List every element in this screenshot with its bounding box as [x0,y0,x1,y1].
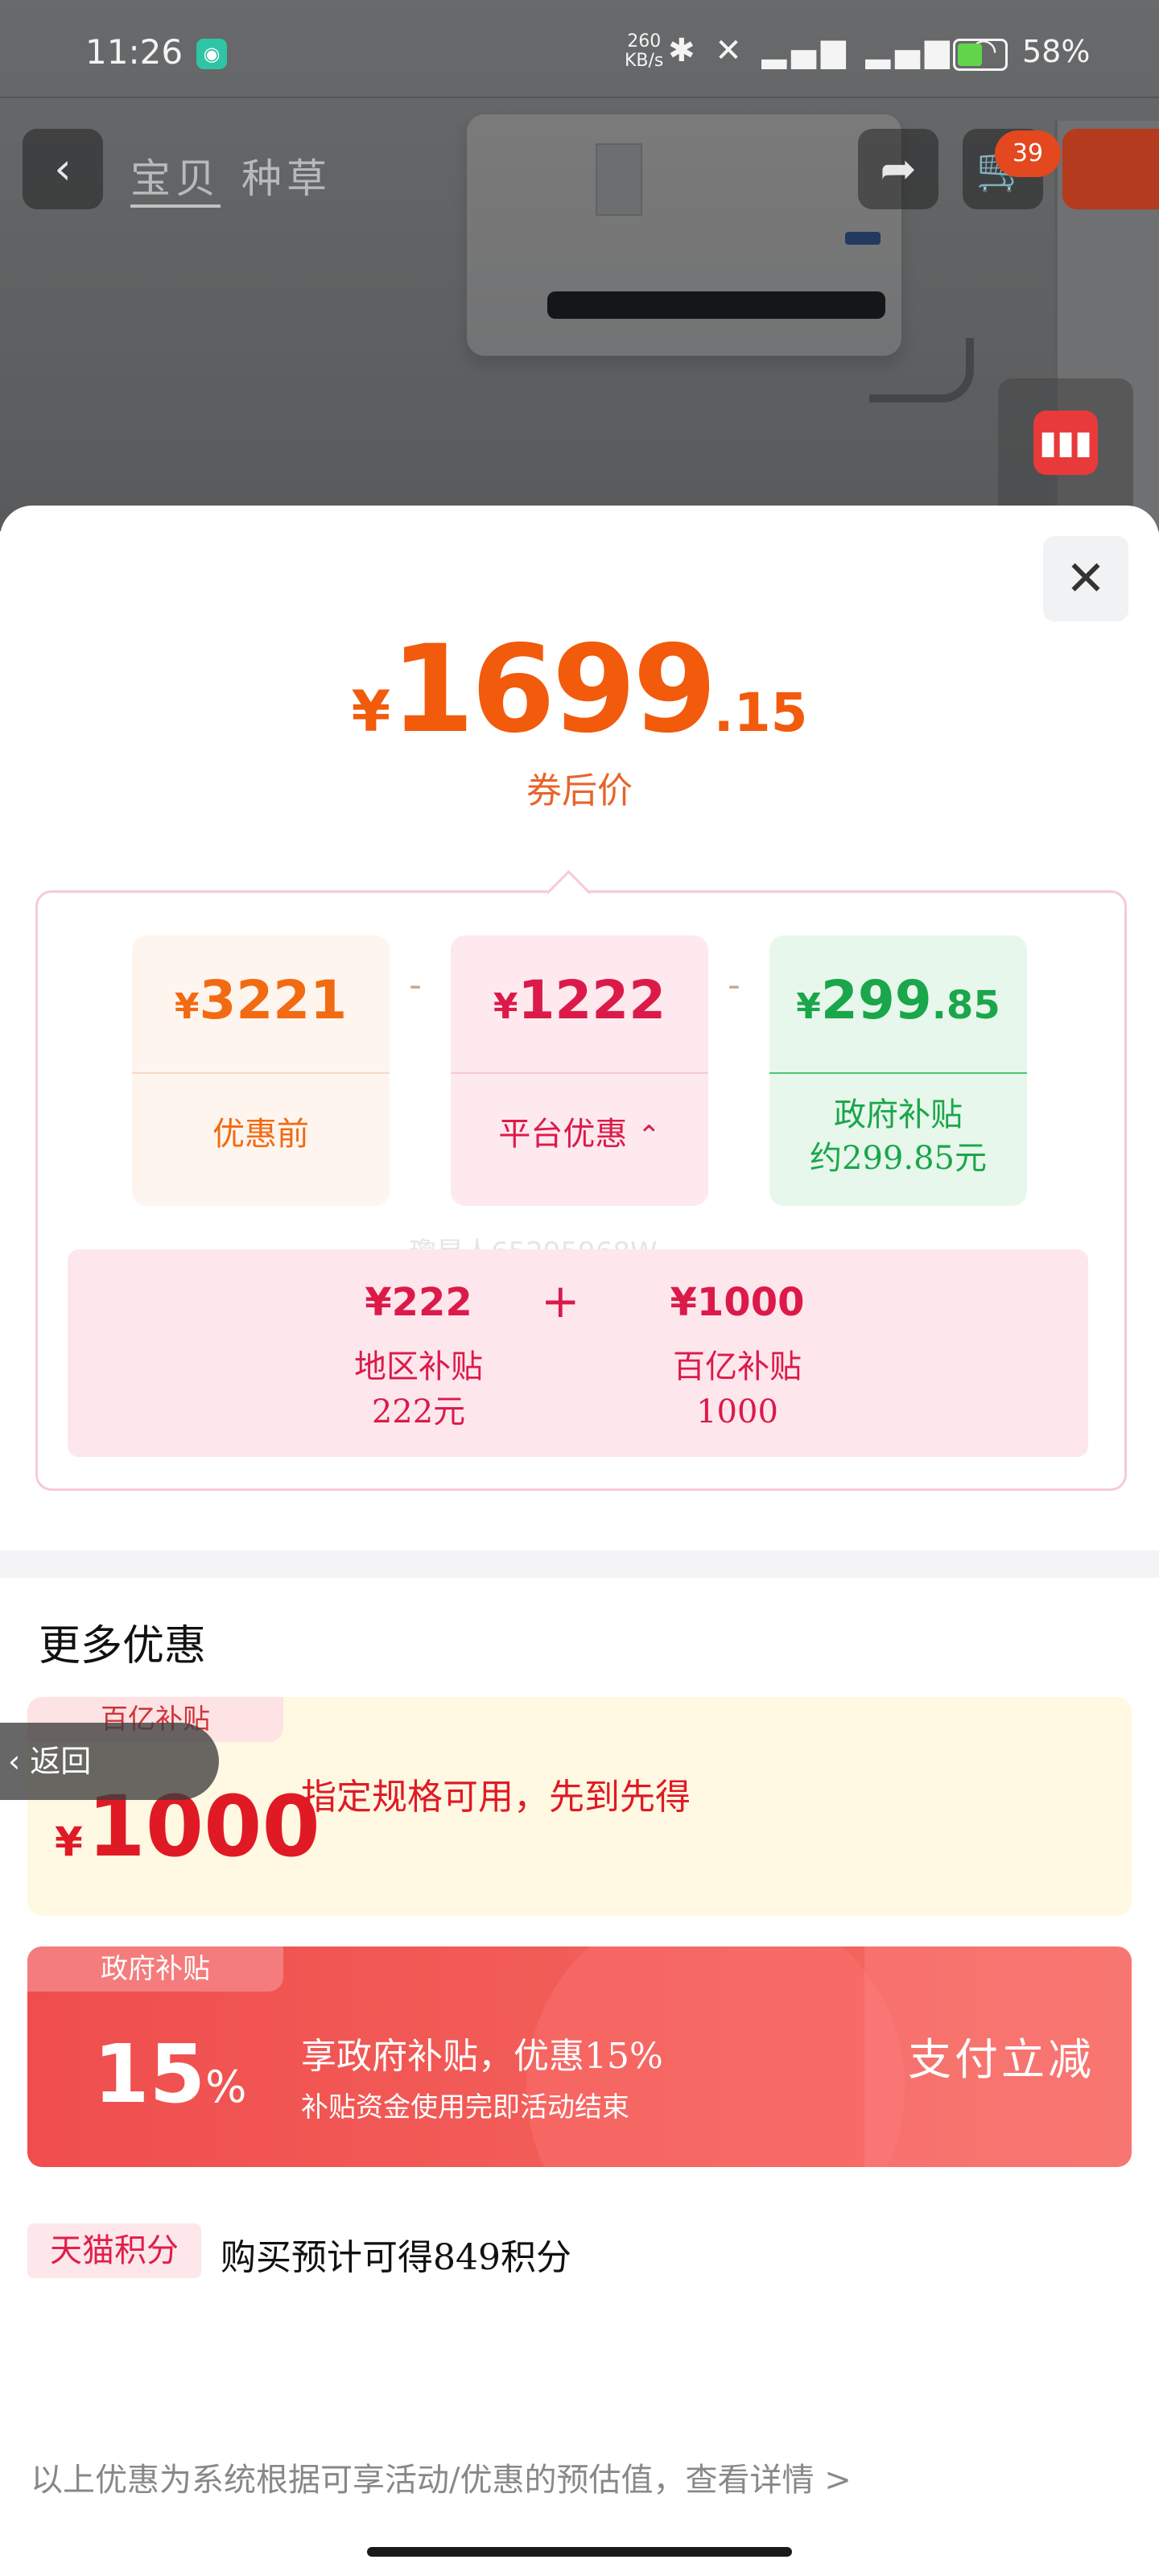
card-amount: 299 [820,969,932,1031]
card-divider [132,1072,390,1074]
status-time: 11:26 [85,32,184,72]
promo-card-gov-subsidy[interactable]: 政府补贴 15% 享政府补贴，优惠15% 补贴资金使用完即活动结束 支付立减 [27,1946,1132,2167]
subsidy-detail: 222元 [371,1393,466,1430]
subsidy-amount: ¥222 [365,1280,472,1325]
back-arrow-button[interactable]: ‹ [23,129,103,209]
card-value: ¥299.85 [769,969,1027,1031]
card-label-row: 平台优惠 ⌃ [451,1113,708,1158]
back-label: 返回 [30,1744,92,1779]
more-discounts-title: 更多优惠 [39,1622,207,1670]
mute-icon: ✕ [715,32,747,69]
price-integer: 1699 [390,620,716,760]
chevron-up-icon: ⌃ [637,1120,661,1152]
home-indicator[interactable] [367,2547,792,2557]
battery-percent: 58% [1022,34,1091,69]
disclaimer-link[interactable]: 以上优惠为系统根据可享活动/优惠的预估值，查看详情 > [31,2454,852,2500]
plus-sign: + [541,1274,580,1328]
card-label: 平台优惠 [498,1116,628,1153]
subsidy-amount: ¥1000 [670,1280,805,1325]
platform-discount-detail: ¥222 + ¥1000 地区补贴 222元 百亿补贴 1000 [68,1249,1088,1457]
subsidy-name-block: 百亿补贴 1000 [633,1344,842,1435]
floating-back-button[interactable]: ‹ 返回 [0,1723,219,1800]
promo-note: 补贴资金使用完即活动结束 [301,2091,629,2124]
chevron-left-icon: ‹ [54,143,72,194]
battery-icon [953,39,1008,71]
promo-desc: 指定规格可用，先到先得 [301,1777,691,1818]
card-sublabel: 约299.85元 [810,1140,987,1177]
card-divider [769,1072,1027,1074]
promo-currency: ¥ [55,1818,83,1865]
subsidy-name: 地区补贴 [354,1348,483,1385]
subsidy-detail: 1000 [696,1393,778,1430]
card-gov-subsidy: ¥299.85 政府补贴 约299.85元 [769,935,1027,1206]
minus-sign: - [409,964,422,1005]
promo-percent-value: 15 [93,2027,206,2121]
card-decimal: .85 [931,983,1000,1028]
card-platform-discount[interactable]: ¥1222 平台优惠 ⌃ [451,935,708,1206]
close-button[interactable]: ✕ [1043,536,1128,621]
section-divider [0,1550,1159,1578]
subsidy-name-block: 地区补贴 222元 [314,1344,523,1435]
share-button[interactable]: ➦ [858,129,938,209]
card-value: ¥1222 [451,969,708,1031]
promo-desc: 享政府补贴，优惠15% [301,2036,663,2077]
card-amount: 1222 [518,969,666,1031]
cart-badge: 39 [995,130,1061,177]
card-value: ¥3221 [132,969,390,1031]
card-currency: ¥ [493,986,518,1027]
net-speed: 260 KB/s [625,32,663,71]
battery-level [958,43,982,66]
net-speed-unit: KB/s [625,51,664,71]
subsidy-name: 百亿补贴 [673,1348,802,1385]
tab-baobei[interactable]: 宝贝 [130,147,221,208]
card-currency: ¥ [174,986,200,1027]
signal-5g-2-icon: ▂▄▆ [865,32,955,69]
tab-zhongcao[interactable]: 种草 [241,147,332,204]
share-icon: ➦ [880,143,917,194]
price-label: 券后价 [526,770,633,811]
signal-5g-icon: ▂▄▆ [761,32,851,69]
card-label: 政府补贴 [834,1096,963,1133]
close-icon: ✕ [1065,551,1107,607]
live-icon: ▮▮▮ [1033,411,1098,475]
price-decimal: .15 [713,682,808,744]
pay-discount-button[interactable]: 支付立减 [908,2024,1095,2087]
promo-percent: 15% [93,2027,246,2121]
promo-tag: 政府补贴 [27,1946,283,1992]
minus-sign: - [728,964,740,1005]
chevron-left-icon: ‹ [8,1744,31,1779]
app-notification-icon: ◉ [196,39,227,69]
final-price: ¥1699.15 [0,620,1159,760]
points-tag: 天猫积分 [27,2223,201,2278]
bluetooth-icon: ✱ [668,32,700,69]
card-original-price: ¥3221 优惠前 [132,935,390,1206]
card-currency: ¥ [796,986,821,1027]
assistant-icon[interactable] [1062,129,1159,209]
card-label: 优惠前 [212,1116,309,1153]
card-amount: 3221 [199,969,348,1031]
card-divider [451,1072,708,1074]
net-speed-value: 260 [627,31,662,52]
promo-percent-sign: % [205,2062,247,2112]
status-bar: 11:26 ◉ 260 KB/s ✱ ✕ ▂▄▆ ▂▄▆ ◠ 58% [0,0,1159,105]
price-currency: ¥ [351,679,391,745]
points-text: 购买预计可得849积分 [221,2237,571,2278]
card-label-block: 政府补贴 约299.85元 [769,1093,1027,1180]
